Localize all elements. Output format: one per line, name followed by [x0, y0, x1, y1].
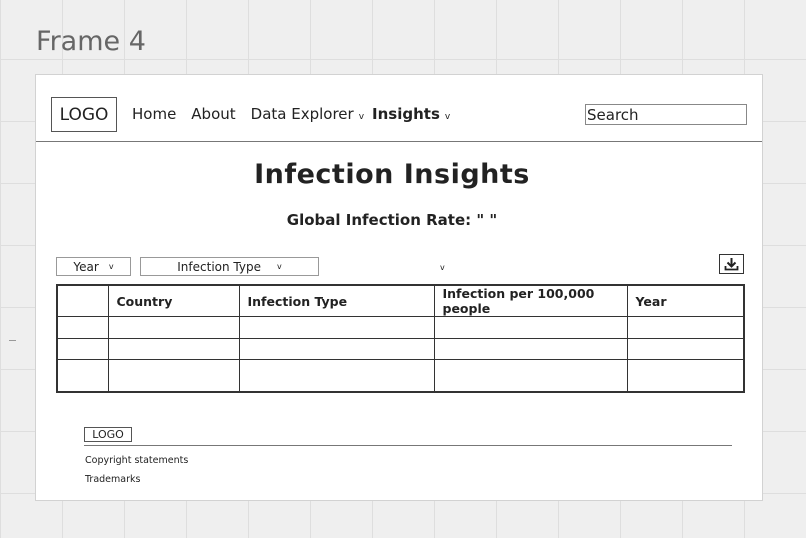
table-cell — [107, 359, 240, 393]
table-cell — [56, 359, 109, 393]
column-header-country: Country — [107, 284, 240, 317]
download-icon — [724, 258, 739, 271]
chevron-down-icon: v — [108, 262, 114, 271]
frame-title: Frame 4 — [36, 26, 146, 57]
global-infection-rate: Global Infection Rate: " " — [286, 211, 498, 229]
table-cell — [433, 316, 628, 339]
table-cell — [626, 359, 745, 393]
footer-logo[interactable]: LOGO — [84, 427, 132, 442]
year-dropdown[interactable]: Year v — [56, 257, 131, 276]
nav-insights[interactable]: Insights — [372, 105, 440, 123]
nav-about[interactable]: About — [191, 105, 235, 123]
column-header-infection-per-100k: Infection per 100,000 people — [433, 284, 628, 317]
search-input[interactable] — [585, 104, 747, 125]
nav-data-explorer[interactable]: Data Explorer — [251, 105, 354, 123]
infection-type-dropdown[interactable]: Infection Type v — [140, 257, 319, 276]
footer-divider — [84, 445, 732, 446]
download-button[interactable] — [719, 254, 744, 274]
header-divider — [36, 141, 762, 142]
column-header — [56, 284, 109, 317]
table-row[interactable] — [56, 337, 745, 361]
chevron-down-icon: v — [276, 262, 282, 271]
table-cell — [238, 337, 435, 361]
chevron-down-icon[interactable]: v — [445, 112, 450, 122]
table-cell — [433, 337, 628, 361]
canvas-mark — [9, 340, 16, 341]
column-header-year: Year — [626, 284, 745, 317]
trademarks-text: Trademarks — [85, 474, 141, 485]
page-title: Infection Insights — [254, 159, 530, 190]
infection-table: Country Infection Type Infection per 100… — [56, 284, 745, 393]
table-cell — [626, 316, 745, 339]
nav-home[interactable]: Home — [132, 105, 176, 123]
table-row[interactable] — [56, 359, 745, 393]
wireframe-page: LOGO Home About Data Explorer v Insights… — [35, 74, 763, 501]
table-cell — [433, 359, 628, 393]
column-header-infection-type: Infection Type — [238, 284, 435, 317]
table-row[interactable] — [56, 316, 745, 339]
table-cell — [238, 359, 435, 393]
year-dropdown-label: Year — [73, 259, 99, 274]
chevron-down-icon[interactable]: v — [440, 263, 445, 272]
chevron-down-icon[interactable]: v — [359, 112, 364, 122]
main-nav: Home About Data Explorer v Insights v — [132, 105, 458, 123]
infection-type-dropdown-label: Infection Type — [177, 259, 261, 274]
header-logo[interactable]: LOGO — [51, 97, 117, 132]
copyright-text: Copyright statements — [85, 455, 189, 466]
table-cell — [56, 337, 109, 361]
table-header-row: Country Infection Type Infection per 100… — [56, 284, 745, 317]
table-cell — [56, 316, 109, 339]
table-cell — [107, 316, 240, 339]
table-cell — [107, 337, 240, 361]
table-cell — [626, 337, 745, 361]
table-cell — [238, 316, 435, 339]
